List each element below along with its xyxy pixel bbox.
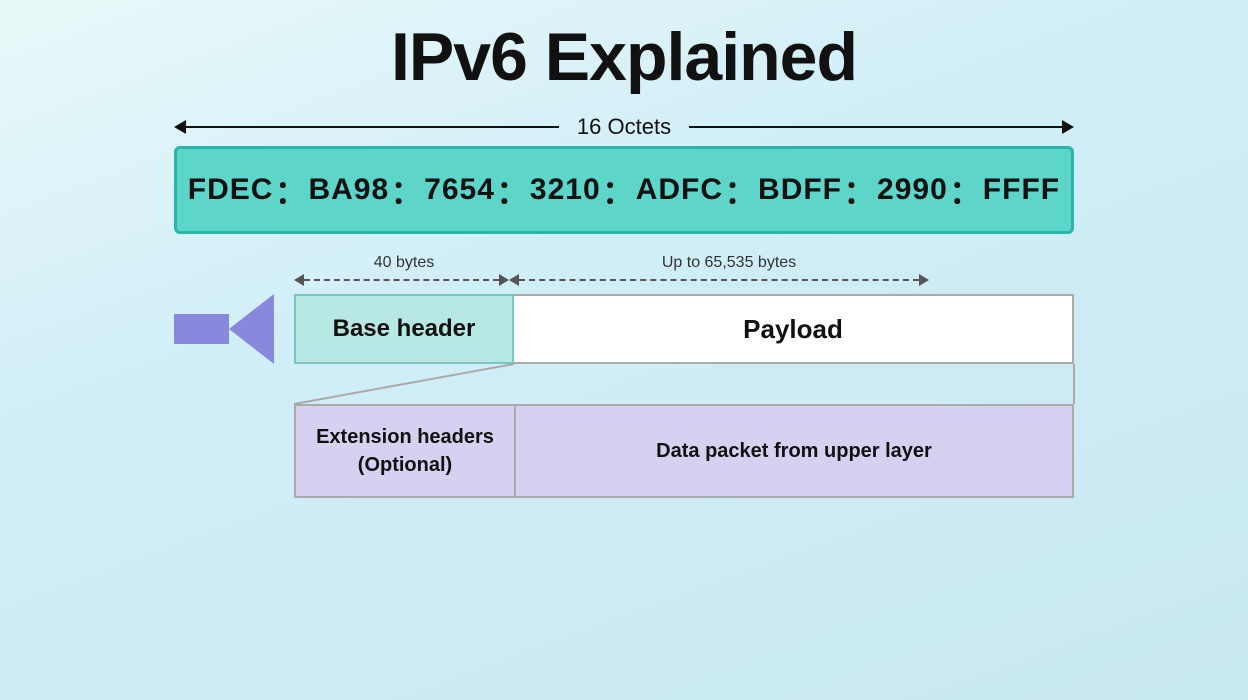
octets-line-left [186,126,559,128]
extension-headers-label: Extension headers(Optional) [316,423,494,479]
data-packet-label: Data packet from upper layer [656,440,932,463]
connector-area [174,364,1074,404]
packet-row: Base header Payload [174,294,1074,364]
packet-section: 40 bytes Up to 65,535 bytes Base header [174,254,1074,364]
dashed-left-head-65 [509,274,519,286]
dashed-left-head-40 [294,274,304,286]
ip-address-bar: FDEC ： BA98 ： 7654 ： 3210 ： ADFC ： BDFF … [174,146,1074,234]
bytes-65-label: Up to 65,535 bytes [514,254,944,272]
big-arrow [174,294,274,364]
ip-colon-4: ： [725,167,757,213]
connector-svg [174,364,1074,404]
arrow-tail [174,314,229,344]
bytes-40-label: 40 bytes [294,254,514,272]
page-title: IPv6 Explained [391,18,857,96]
bytes-labels-row: 40 bytes Up to 65,535 bytes [174,254,1074,272]
ip-colon-1: ： [391,167,423,213]
ip-seg-5: BDFF [758,173,842,207]
ip-seg-6: 2990 [877,173,948,207]
payload-label: Payload [743,314,843,345]
octets-label-row: 16 Octets [174,114,1074,140]
extension-headers-box: Extension headers(Optional) [296,406,516,496]
ip-colon-5: ： [844,167,876,213]
dashed-arrow-65 [509,274,929,286]
ip-seg-2: 7654 [424,173,495,207]
ip-seg-4: ADFC [636,173,723,207]
ip-seg-7: FFFF [983,173,1060,207]
dashed-arrows-row [174,274,1074,286]
base-header-label: Base header [333,315,476,343]
dashed-right-head-40 [499,274,509,286]
expansion-section: Extension headers(Optional) Data packet … [174,364,1074,498]
ip-colon-0: ： [275,167,307,213]
ip-colon-6: ： [949,167,981,213]
octets-arrow-left [174,120,186,134]
dashed-right-head-65 [919,274,929,286]
ip-colon-2: ： [496,167,528,213]
arrow-head [229,294,274,364]
dashed-arrow-40 [294,274,509,286]
dashed-line-65 [519,279,919,281]
data-packet-box: Data packet from upper layer [516,406,1072,496]
octets-label: 16 Octets [559,114,689,140]
ip-colon-3: ： [602,167,634,213]
dashed-line-40 [304,279,499,281]
octets-arrow-right [1062,120,1074,134]
base-header-box: Base header [294,294,514,364]
octets-arrow-line [174,120,559,134]
sub-boxes-row: Extension headers(Optional) Data packet … [294,404,1074,498]
ip-seg-0: FDEC [188,173,274,207]
octets-line-right [689,126,1062,128]
payload-box: Payload [514,294,1074,364]
octets-section: 16 Octets FDEC ： BA98 ： 7654 ： 3210 ： AD… [174,114,1074,234]
ip-seg-1: BA98 [308,173,389,207]
arrow-box-left [174,294,294,364]
octets-arrow-line-right [689,120,1074,134]
ip-seg-3: 3210 [530,173,601,207]
